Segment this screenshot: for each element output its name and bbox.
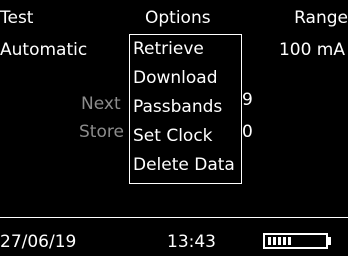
store-value: 0: [242, 122, 253, 142]
menu-item-retrieve[interactable]: Retrieve: [133, 39, 204, 59]
status-date: 27/06/19: [0, 232, 77, 252]
next-label: Next: [81, 94, 121, 114]
status-divider: [0, 217, 348, 218]
battery-segment: [268, 237, 271, 245]
status-time: 13:43: [167, 232, 216, 252]
battery-icon: [263, 233, 328, 249]
test-label: Test: [0, 8, 34, 28]
battery-segment: [288, 237, 291, 245]
battery-segment: [273, 237, 276, 245]
menu-item-delete-data[interactable]: Delete Data: [133, 155, 235, 175]
options-menu: Retrieve Download Passbands Set Clock De…: [129, 34, 242, 184]
battery-tip-icon: [328, 237, 331, 245]
range-label: Range: [294, 8, 348, 28]
menu-item-set-clock[interactable]: Set Clock: [133, 126, 213, 146]
range-value: 100 mA: [278, 40, 345, 60]
store-label: Store: [79, 122, 124, 142]
menu-item-passbands[interactable]: Passbands: [133, 97, 222, 117]
battery-segment: [278, 237, 281, 245]
next-value: 9: [242, 90, 253, 110]
options-label[interactable]: Options: [145, 8, 211, 28]
battery-segment: [283, 237, 286, 245]
menu-item-download[interactable]: Download: [133, 68, 218, 88]
test-mode-value: Automatic: [0, 40, 88, 60]
